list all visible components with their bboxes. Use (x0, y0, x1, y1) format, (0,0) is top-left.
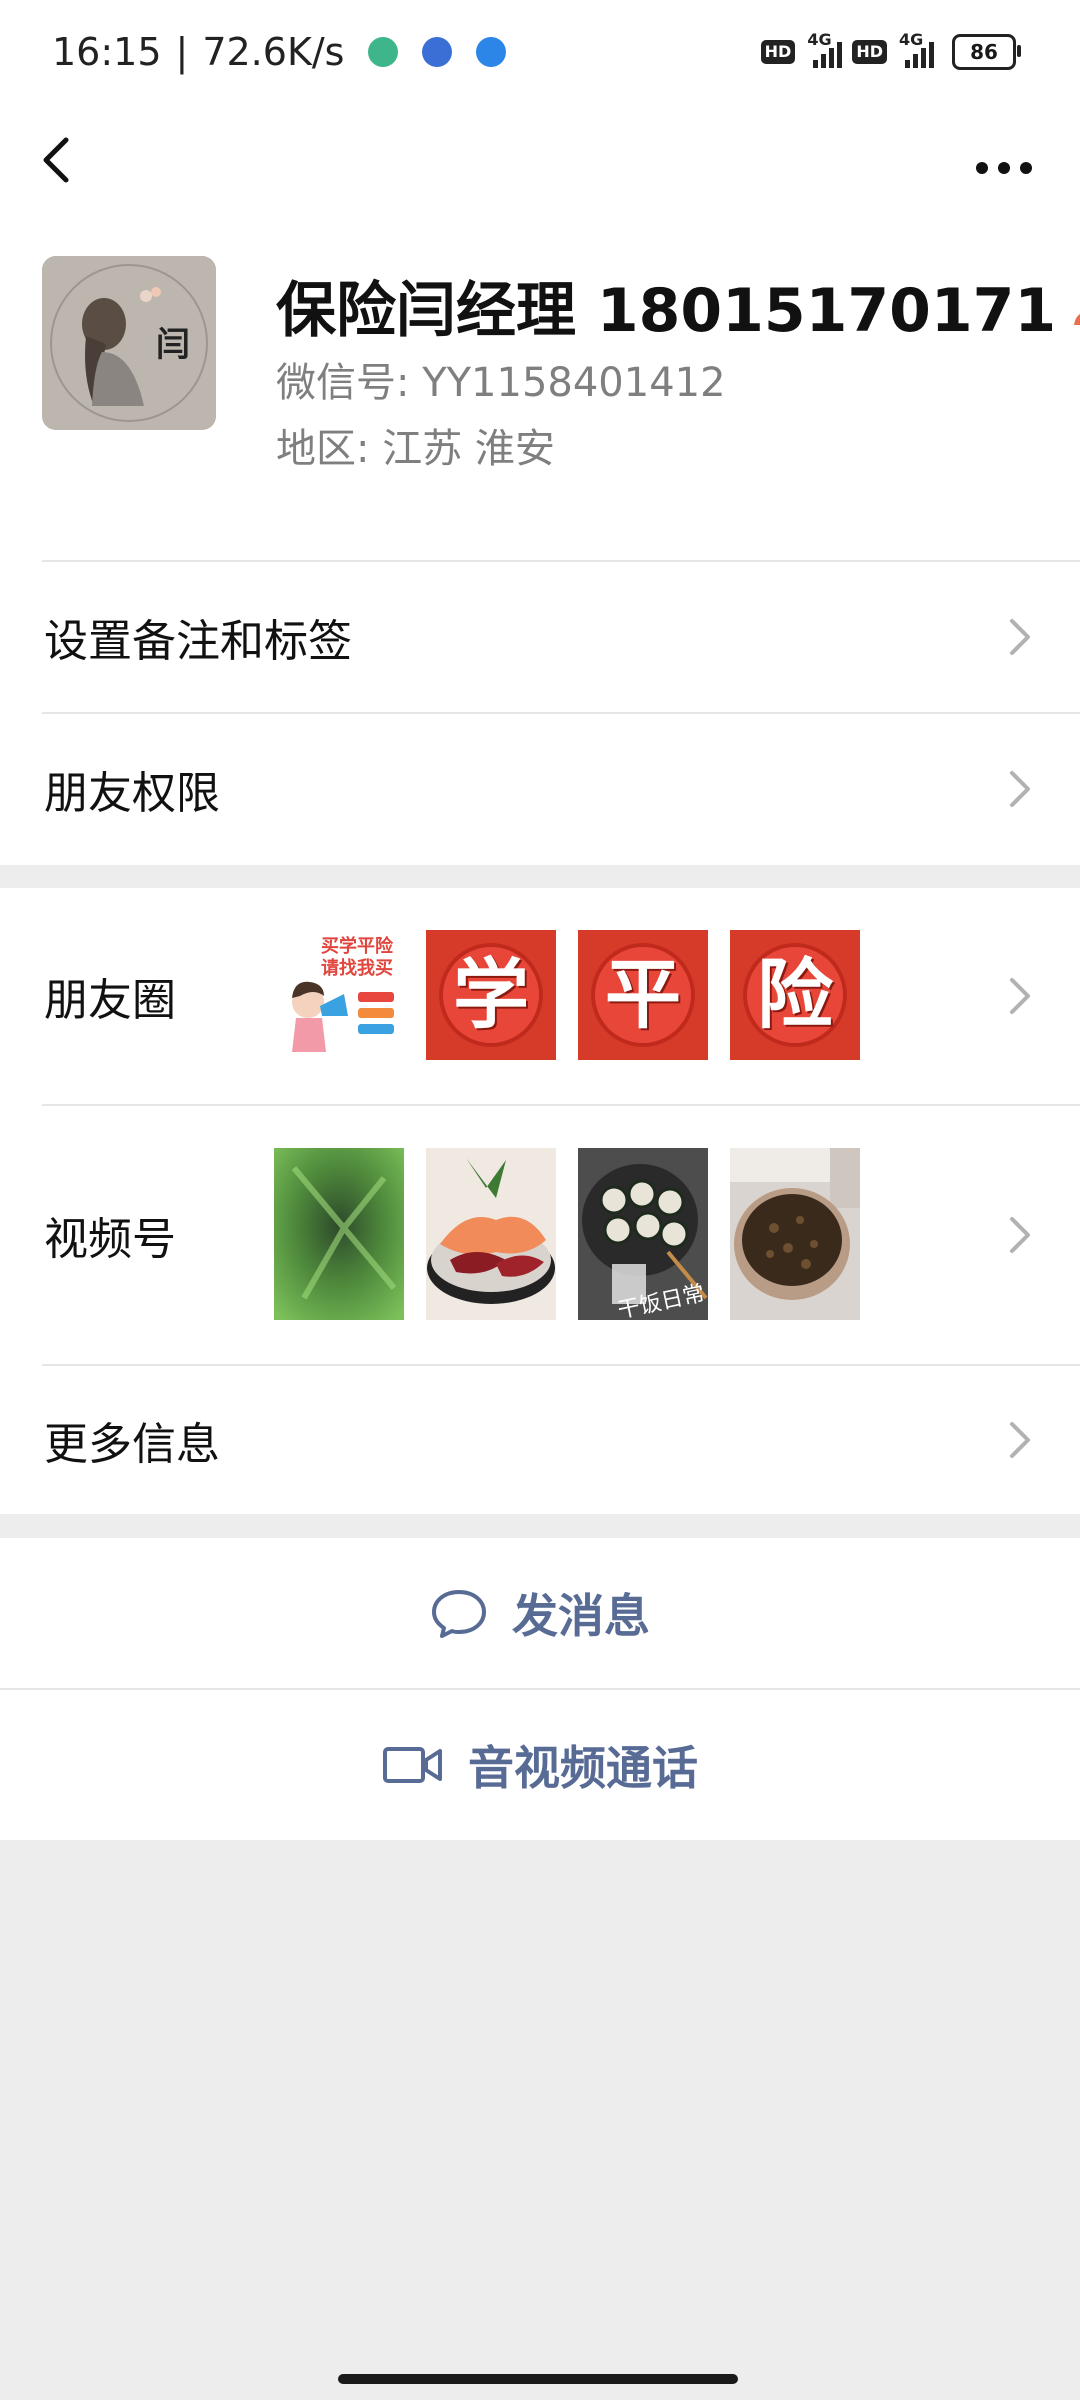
chevron-right-icon (1010, 978, 1030, 1014)
more-button[interactable] (964, 130, 1044, 190)
green-leaf-image (274, 1148, 404, 1320)
avatar-image: 闫 (42, 256, 216, 430)
more-info-label: 更多信息 (44, 1419, 220, 1470)
status-time: 16:15 (52, 30, 162, 74)
more-dots-icon (976, 162, 1032, 174)
network-type-label: 4G (899, 30, 924, 49)
profile-name-row: 保险闫经理 18015170171 (276, 262, 1080, 349)
moments-label: 朋友圈 (44, 975, 176, 1026)
battery-icon: 86 (952, 34, 1021, 70)
profile-name: 保险闫经理 18015170171 (276, 276, 1057, 346)
moments-thumb-poster: 买学平险 请找我买 (274, 930, 404, 1060)
video-call-label: 音视频通话 (468, 1741, 698, 1795)
red-seal: 平 (591, 943, 695, 1047)
battery-level: 86 (970, 40, 998, 64)
top-nav (0, 110, 1080, 230)
moments-thumb-1: 学 (426, 930, 556, 1060)
avatar-char: 闫 (156, 325, 190, 365)
shield-notification-icon (422, 37, 453, 67)
wechat-id: 微信号: YY1158401412 (276, 360, 726, 406)
channels-cell[interactable]: 视频号 干饭日常 (0, 1106, 1080, 1364)
more-info-cell[interactable]: 更多信息 (0, 1366, 1080, 1514)
sashimi-image (426, 1148, 556, 1320)
activity-section: 朋友圈 买学平险 请找我买 学 平 险 视频号 干饭日常 更多信息 (0, 888, 1080, 1514)
hd-badge: HD (760, 40, 796, 64)
status-bar: 16:15 | 72.6K/s HD 4G HD 4G 86 (0, 0, 1080, 110)
alipay-notification-icon (476, 37, 507, 67)
red-seal: 险 (743, 943, 847, 1047)
red-seal: 学 (439, 943, 543, 1047)
signal-icon: 4G (805, 30, 843, 68)
app-notification-icon (368, 37, 399, 67)
chevron-right-icon (1010, 1422, 1030, 1458)
sushi-rolls-image: 干饭日常 (578, 1148, 708, 1320)
profile-header: 闫 保险闫经理 18015170171 微信号: YY1158401412 地区… (0, 230, 1080, 560)
rice-bowl-image (730, 1148, 860, 1320)
send-message-button[interactable]: 发消息 (0, 1538, 1080, 1688)
permissions-cell[interactable]: 朋友权限 (0, 714, 1080, 864)
gender-badge-icon (1074, 313, 1080, 325)
actions-section: 发消息 音视频通话 (0, 1538, 1080, 1840)
seal-char-3: 险 (757, 950, 833, 1039)
home-indicator[interactable] (338, 2374, 738, 2384)
chevron-right-icon (1010, 619, 1030, 655)
poster-text: 买学平险 请找我买 (321, 936, 393, 979)
hd-badge: HD (852, 40, 887, 64)
moments-cell[interactable]: 朋友圈 买学平险 请找我买 学 平 险 (0, 888, 1080, 1104)
status-left: 16:15 | 72.6K/s (52, 30, 507, 74)
channel-thumb-1 (274, 1148, 404, 1320)
set-remark-cell[interactable]: 设置备注和标签 (0, 562, 1080, 712)
channel-thumb-3: 干饭日常 (578, 1148, 708, 1320)
back-button[interactable] (30, 124, 90, 194)
send-message-label: 发消息 (512, 1589, 650, 1643)
channel-thumbnails: 干饭日常 (274, 1148, 860, 1320)
status-right: HD 4G HD 4G 86 (760, 30, 1021, 70)
moments-thumb-3: 险 (730, 930, 860, 1060)
moments-thumb-2: 平 (578, 930, 708, 1060)
chat-bubble-icon (432, 1590, 486, 1638)
channel-thumb-4 (730, 1148, 860, 1320)
status-separator: | (175, 30, 189, 74)
region: 地区: 江苏 淮安 (276, 426, 555, 472)
channels-label: 视频号 (44, 1214, 176, 1265)
permissions-label: 朋友权限 (44, 768, 220, 819)
avatar[interactable]: 闫 (42, 256, 216, 430)
signal-icon: 4G (897, 30, 934, 68)
seal-char-1: 学 (453, 950, 529, 1039)
network-type-label: 4G (807, 30, 832, 49)
status-speed: 72.6K/s (202, 30, 345, 74)
chevron-left-icon (43, 137, 69, 183)
settings-section: 设置备注和标签 朋友权限 (0, 560, 1080, 865)
set-remark-label: 设置备注和标签 (44, 616, 352, 667)
channel-thumb-2 (426, 1148, 556, 1320)
chevron-right-icon (1010, 1217, 1030, 1253)
video-camera-icon (383, 1747, 442, 1783)
video-call-button[interactable]: 音视频通话 (0, 1690, 1080, 1840)
seal-char-2: 平 (605, 950, 681, 1039)
contact-profile-screen: 16:15 | 72.6K/s HD 4G HD 4G 86 闫 保险闫经理 1… (0, 0, 1080, 2400)
chevron-right-icon (1010, 771, 1030, 807)
moments-thumbnails: 买学平险 请找我买 学 平 险 (274, 930, 860, 1060)
